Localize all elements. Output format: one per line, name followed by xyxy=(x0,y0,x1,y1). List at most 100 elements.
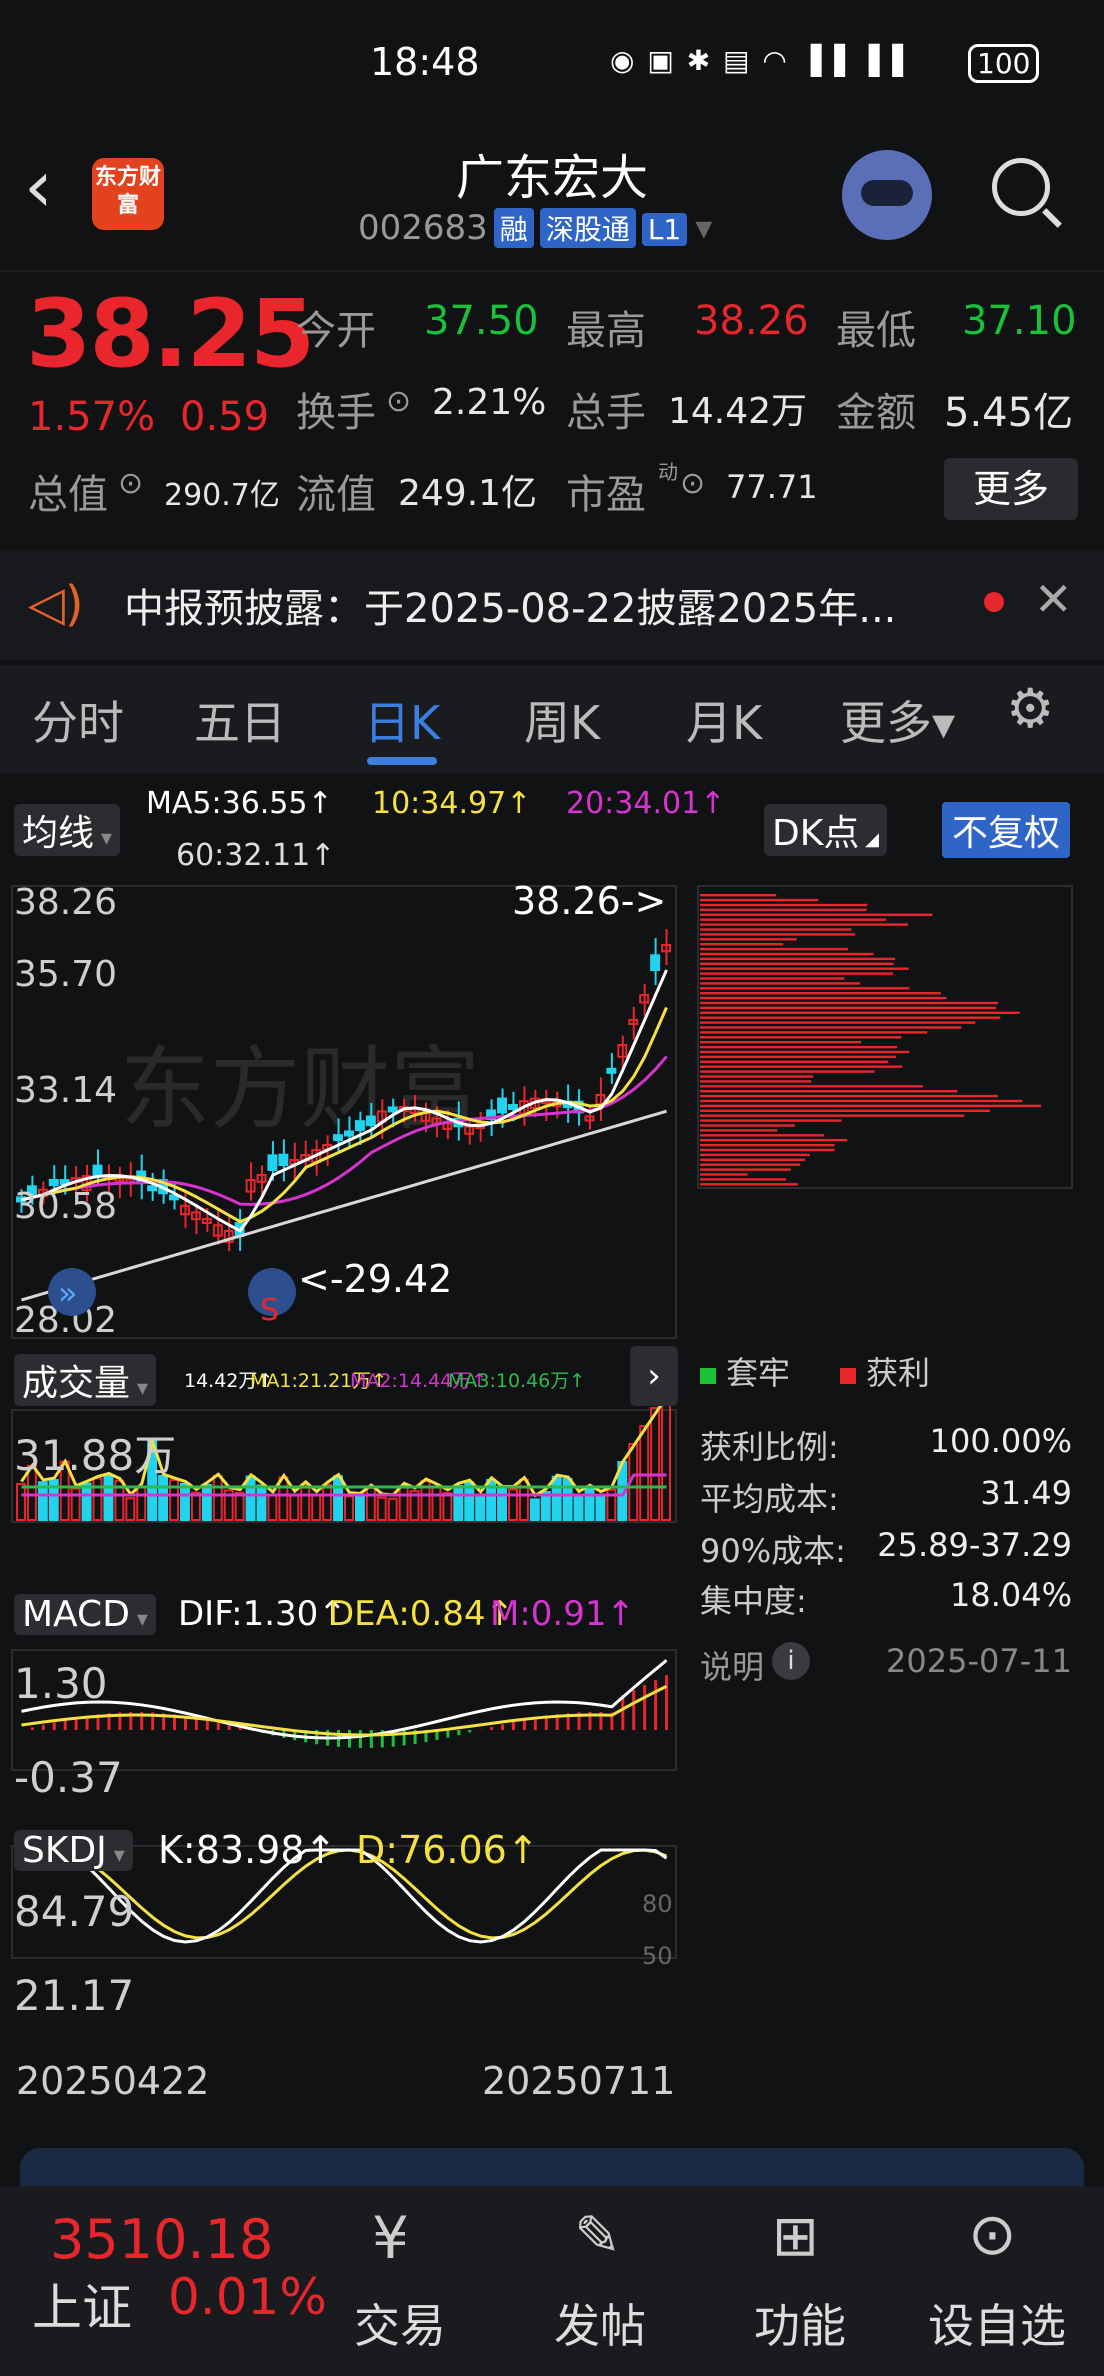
chip-bar xyxy=(700,1080,812,1083)
candle-body xyxy=(344,1130,354,1137)
ma10-value: 10:34.97↑ xyxy=(372,786,532,821)
info-dots-icon[interactable]: ⊙ xyxy=(386,384,411,419)
ma-selector[interactable]: 均线 ▾ xyxy=(14,804,121,856)
tab-intraday[interactable]: 分时 xyxy=(32,687,124,753)
chip-bar xyxy=(700,1168,791,1171)
y-label-4: 30.58 xyxy=(14,1186,117,1227)
tab-monthly-k[interactable]: 月K xyxy=(686,687,762,753)
settings-gear-icon[interactable]: ⚙ xyxy=(1006,677,1054,740)
assistant-robot-icon[interactable] xyxy=(842,150,932,240)
chip-bar xyxy=(700,1124,795,1127)
status-icons: ◉ ▣ ✱ ▤ ◠ ▐▐ ▐▐ xyxy=(610,44,905,77)
current-price: 38.25 xyxy=(26,280,315,389)
promo-banner[interactable] xyxy=(20,2148,1084,2188)
chip-bar xyxy=(700,913,933,916)
chip-bar xyxy=(700,923,909,926)
amount-label: 金额 xyxy=(836,390,916,436)
volume-bar xyxy=(16,1482,26,1521)
info-dots-icon[interactable]: ⊙ xyxy=(118,466,143,501)
tab-more[interactable]: 更多▾ xyxy=(840,687,955,753)
chip-bar xyxy=(700,933,856,936)
status-time: 18:48 xyxy=(370,40,480,84)
chip-bar xyxy=(700,1085,923,1088)
skdj-right-top: 80 xyxy=(642,1890,673,1918)
ma20-value: 20:34.01↑ xyxy=(566,786,726,821)
chip-bar xyxy=(700,1021,976,1024)
period-tabs: 分时 五日 日K 周K 月K 更多▾ ⚙ xyxy=(0,665,1104,773)
chip-bar xyxy=(700,1026,962,1029)
macd-bar xyxy=(621,1695,625,1730)
chip-bar xyxy=(700,1094,998,1098)
chip-date: 2025-07-11 xyxy=(886,1642,1072,1680)
nav-watchlist[interactable]: 设自选 xyxy=(928,2290,1066,2356)
more-dots-icon[interactable]: ⊙ xyxy=(968,2200,1017,2268)
tab-weekly-k[interactable]: 周K xyxy=(524,687,600,753)
index-name[interactable]: 上证 xyxy=(32,2268,132,2340)
ma60-value: 60:32.11↑ xyxy=(176,838,336,873)
notice-text[interactable]: 中报预披露：于2025-08-22披露2025年... xyxy=(124,576,896,634)
chip-bar xyxy=(700,957,896,961)
nav-functions[interactable]: 功能 xyxy=(754,2290,846,2356)
more-button[interactable]: 更多 xyxy=(944,458,1078,520)
status-bar xyxy=(0,0,1104,130)
candle-body xyxy=(333,1134,344,1141)
macd-y-bottom: -0.37 xyxy=(14,1753,123,1802)
chip-bar xyxy=(700,1099,1023,1103)
chip-bar xyxy=(700,918,887,921)
chip-value-concentration: 18.04% xyxy=(949,1576,1072,1614)
volume-bar xyxy=(81,1482,92,1521)
vol-y-label: 31.88万 xyxy=(14,1431,176,1480)
high-label: 最高 xyxy=(566,308,646,354)
post-edit-icon[interactable]: ✎ xyxy=(574,2204,621,2269)
y-label-1: 38.26 xyxy=(14,882,117,923)
low-value: 37.10 xyxy=(962,298,1077,344)
chip-bar xyxy=(700,1183,798,1186)
volume-bar xyxy=(431,1485,442,1521)
chip-bar xyxy=(700,894,777,897)
chevron-down-icon[interactable]: ▾ xyxy=(695,208,712,248)
index-value[interactable]: 3510.18 xyxy=(50,2208,273,2271)
chip-distribution xyxy=(700,894,1042,1186)
macd-bar xyxy=(41,1724,45,1730)
volume-bar xyxy=(158,1474,169,1522)
chip-bar xyxy=(700,1134,825,1137)
chip-bar xyxy=(700,967,909,970)
chip-bar xyxy=(700,1119,842,1122)
indicator-macd-selector[interactable]: MACD ▾ xyxy=(14,1594,156,1635)
chip-bar xyxy=(700,1036,902,1039)
candle-body xyxy=(267,1154,278,1172)
macd-bar xyxy=(522,1719,526,1730)
tab-daily-k[interactable]: 日K xyxy=(364,687,440,753)
tab-five-day[interactable]: 五日 xyxy=(194,687,286,753)
dk-point-button[interactable]: DK点 ◢ xyxy=(764,804,887,856)
chip-bar xyxy=(700,947,848,951)
adjust-button[interactable]: 不复权 xyxy=(942,802,1071,858)
chip-bar xyxy=(700,987,910,990)
functions-grid-icon[interactable]: ⊞ xyxy=(772,2204,819,2269)
volume-bar xyxy=(234,1491,245,1521)
volume-bar xyxy=(453,1484,464,1522)
volume-selector-label: 成交量 xyxy=(22,1363,131,1404)
mktcap-label: 总值 xyxy=(28,472,108,518)
nav-post[interactable]: 发帖 xyxy=(554,2290,646,2356)
indicator-volume-selector[interactable]: 成交量 ▾ xyxy=(14,1354,157,1406)
candle-body xyxy=(508,1104,518,1111)
expand-chevron-right-icon[interactable]: › xyxy=(630,1346,678,1406)
close-icon[interactable]: ✕ xyxy=(1034,572,1073,626)
y-label-2: 35.70 xyxy=(14,954,117,995)
nav-trade[interactable]: 交易 xyxy=(354,2290,446,2356)
candle-body xyxy=(497,1097,508,1114)
index-change: 0.01% xyxy=(168,2268,327,2326)
vol-ma3: MA3:10.46万↑ xyxy=(448,1370,586,1392)
info-dots-icon[interactable]: ⊙ xyxy=(680,466,705,501)
macd-bar xyxy=(501,1724,505,1730)
volume-bar xyxy=(180,1482,190,1522)
macd-bar xyxy=(632,1690,636,1730)
trade-icon[interactable]: ¥ xyxy=(372,2204,409,2272)
float-value: 249.1亿 xyxy=(398,473,538,514)
indicator-skdj-selector[interactable]: SKDJ ▾ xyxy=(14,1830,133,1871)
skdj-y-bottom: 21.17 xyxy=(14,1971,134,2020)
macd-selector-label: MACD xyxy=(22,1594,130,1635)
macd-m: M:0.91↑ xyxy=(490,1594,635,1634)
search-icon[interactable] xyxy=(992,158,1050,216)
